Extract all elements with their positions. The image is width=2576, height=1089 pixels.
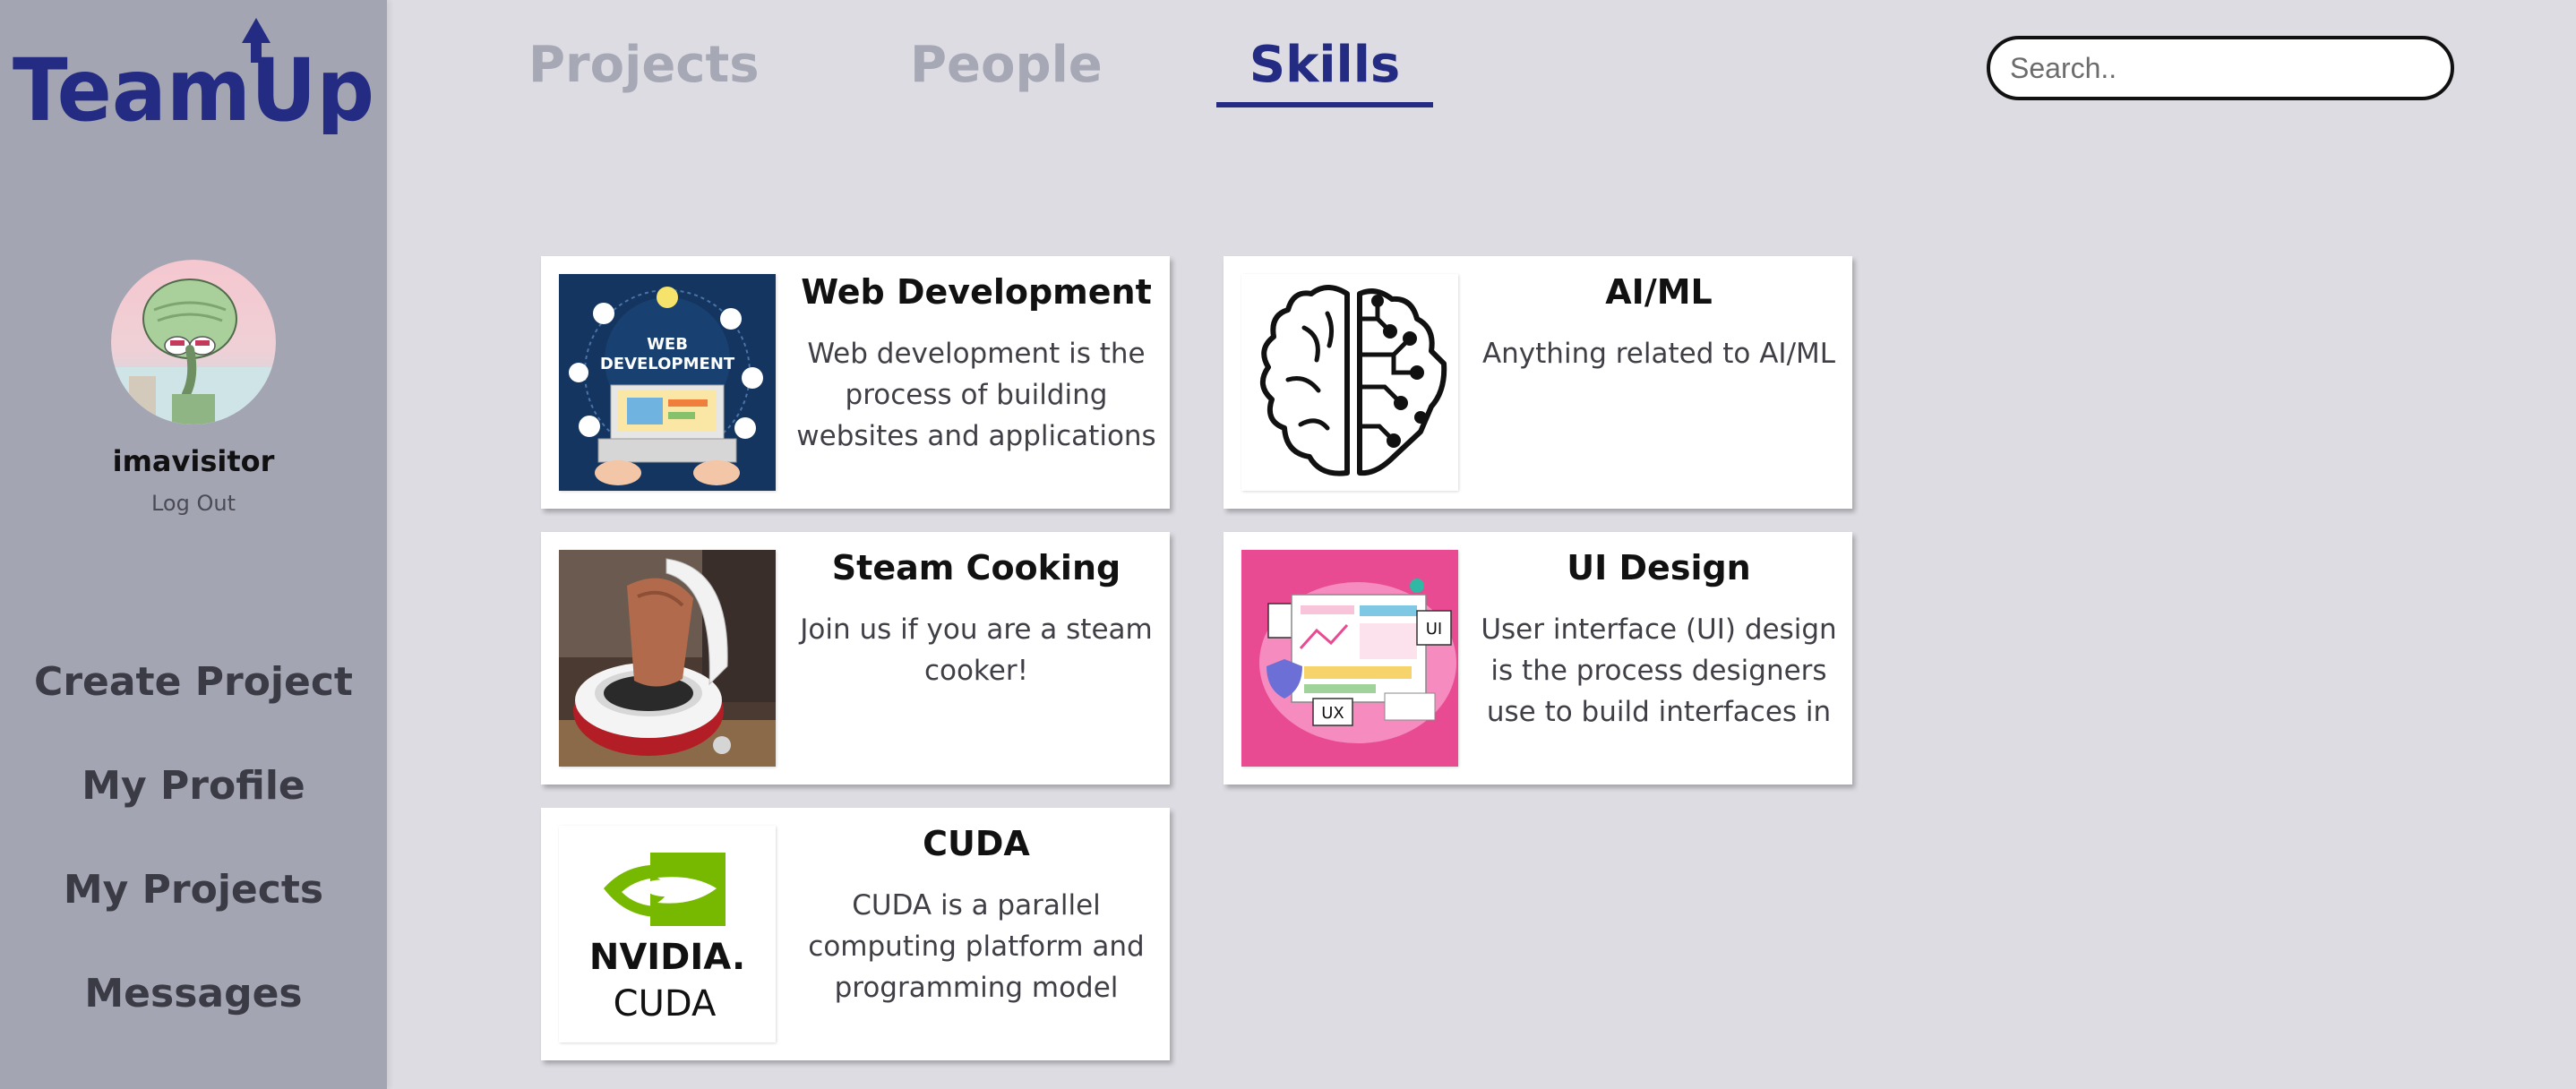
skill-card-ai-ml[interactable]: AI/ML Anything related to AI/ML (1224, 256, 1852, 509)
web-development-illustration-icon: WEB DEVELOPMENT (559, 274, 776, 491)
skill-title: Web Development (801, 272, 1152, 312)
skill-image (1241, 274, 1458, 491)
active-tab-underline (1216, 102, 1433, 107)
nav-my-profile[interactable]: My Profile (0, 763, 387, 809)
tab-people[interactable]: People (910, 36, 1103, 94)
skill-title: CUDA (923, 824, 1030, 863)
skill-title: Steam Cooking (831, 548, 1121, 587)
web-dev-image-text-development: DEVELOPMENT (600, 355, 735, 373)
skill-card-cuda[interactable]: NVIDIA. CUDA CUDA CUDA is a parallel com… (541, 808, 1170, 1060)
search-input[interactable] (1987, 36, 2454, 100)
ui-image-text-ux: UX (1321, 704, 1344, 723)
brain-circuit-icon (1241, 274, 1458, 491)
skill-description: Web development is the process of buildi… (796, 338, 1156, 452)
skill-card-ui-design[interactable]: UI UX UI Design User interface (UI) desi… (1224, 532, 1852, 785)
skill-description: CUDA is a parallel computing platform an… (808, 889, 1145, 1004)
nvidia-cuda-logo-icon: NVIDIA. CUDA (559, 826, 776, 1042)
steam-cooker-photo-icon (559, 550, 776, 767)
cuda-wordmark: CUDA (614, 983, 717, 1025)
logout-link[interactable]: Log Out (0, 491, 387, 516)
tab-skills[interactable]: Skills (1216, 36, 1433, 94)
skill-title: UI Design (1567, 548, 1751, 587)
ui-image-text-ui: UI (1426, 620, 1442, 639)
skill-description: User interface (UI) design is the proces… (1481, 613, 1837, 728)
sidebar: TeamUp imavisitor Log Out Create Project… (0, 0, 387, 1089)
nav-create-project[interactable]: Create Project (0, 659, 387, 705)
skill-card-web-development[interactable]: WEB DEVELOPMENT Web Development Web deve… (541, 256, 1170, 509)
teamup-logo[interactable]: TeamUp (13, 9, 380, 134)
skill-image: NVIDIA. CUDA (559, 826, 776, 1042)
skill-title: AI/ML (1605, 272, 1713, 312)
skill-image (559, 550, 776, 767)
logo-text: TeamUp (13, 40, 374, 134)
skill-description: Join us if you are a steam cooker! (800, 613, 1153, 687)
nav-my-projects[interactable]: My Projects (0, 867, 387, 913)
squidward-avatar-icon (111, 279, 276, 424)
nvidia-wordmark: NVIDIA. (589, 937, 745, 978)
ui-ux-design-illustration-icon: UI UX (1241, 550, 1458, 767)
skill-image: WEB DEVELOPMENT (559, 274, 776, 491)
username: imavisitor (112, 444, 275, 478)
skill-card-steam-cooking[interactable]: Steam Cooking Join us if you are a steam… (541, 532, 1170, 785)
web-dev-image-text-web: WEB (647, 335, 688, 354)
tab-projects[interactable]: Projects (528, 36, 760, 94)
skill-image: UI UX (1241, 550, 1458, 767)
skill-description: Anything related to AI/ML (1481, 338, 1836, 370)
nav-messages[interactable]: Messages (0, 971, 387, 1016)
avatar[interactable] (111, 260, 276, 424)
